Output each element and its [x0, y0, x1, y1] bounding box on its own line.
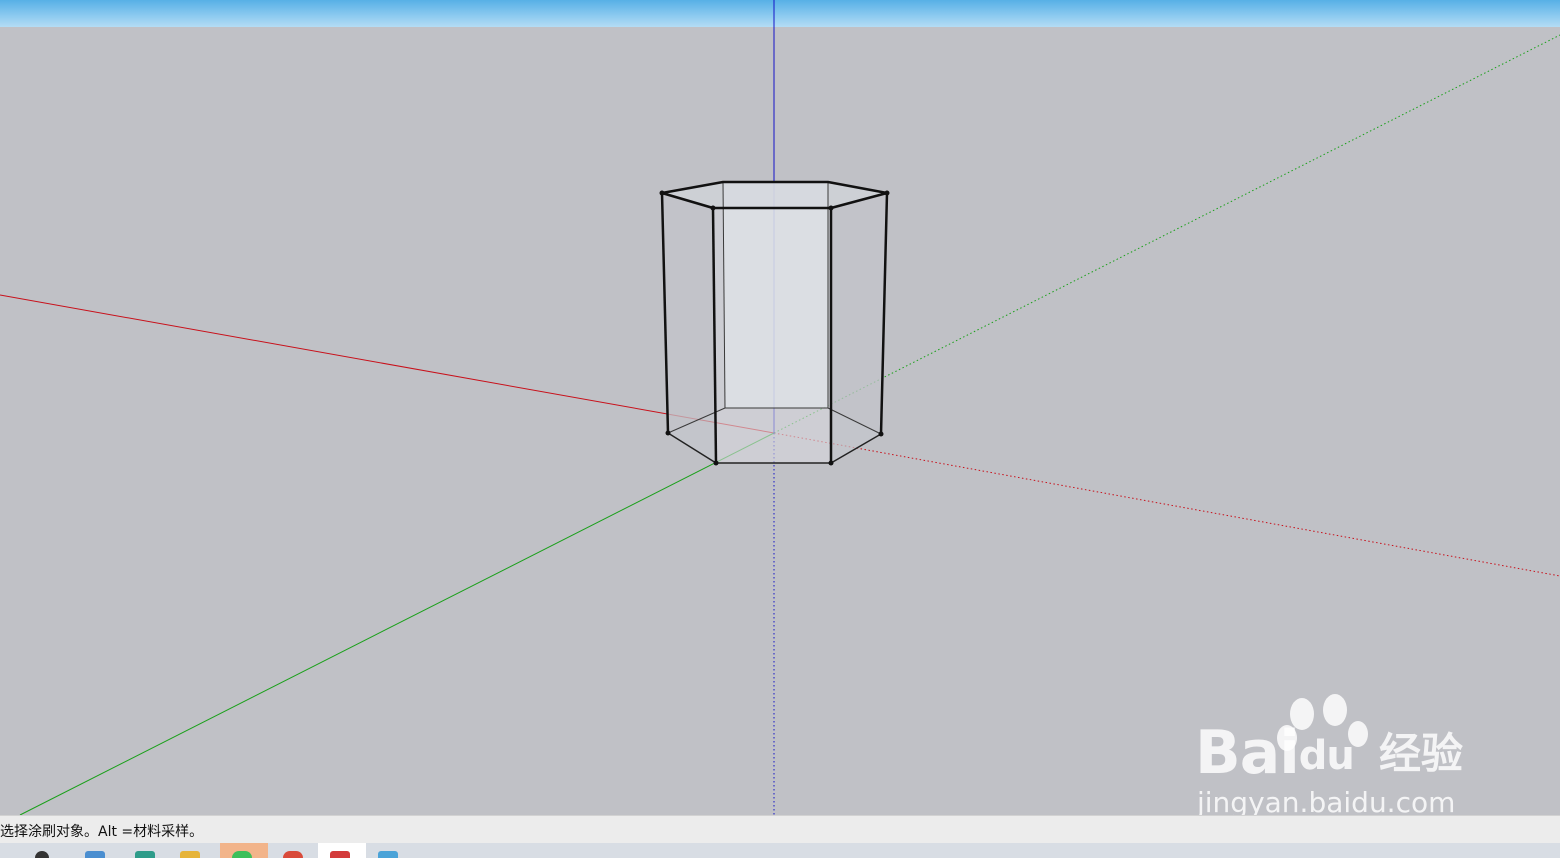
vertex: [828, 205, 834, 211]
status-bar: 选择涂刷对象。Alt =材料采样。: [0, 815, 1560, 843]
front-right-face: [831, 193, 887, 463]
green-axis-positive: [19, 432, 775, 816]
watermark-brand-du: du: [1298, 733, 1355, 779]
vertex: [884, 190, 890, 196]
sketchup-window: Baidu 经验 jingyan.baidu.com 选择涂刷对象。Alt =材…: [0, 0, 1560, 858]
baidu-jingyan-watermark: Baidu 经验 jingyan.baidu.com: [1195, 690, 1495, 820]
taskbar-app-icon[interactable]: [275, 843, 315, 858]
watermark-brand-cn: 经验: [1379, 729, 1464, 778]
taskbar-app-icon-active[interactable]: [220, 843, 268, 858]
front-face: [713, 208, 831, 463]
red-axis-positive: [0, 294, 775, 434]
watermark-brand: Baidu: [1195, 718, 1355, 788]
vertex: [665, 430, 671, 436]
red-axis-negative: [773, 432, 1560, 577]
vertex: [710, 205, 716, 211]
vertex: [878, 431, 884, 437]
taskbar-app-icon-active[interactable]: [318, 843, 366, 858]
taskbar-app-icon[interactable]: [370, 843, 410, 858]
hexagonal-prism[interactable]: [659, 180, 890, 466]
taskbar-app-icon[interactable]: [130, 843, 160, 858]
front-left-face: [662, 193, 716, 463]
vertex: [713, 460, 719, 466]
vertex: [659, 190, 665, 196]
taskbar: [0, 843, 1560, 858]
taskbar-app-icon[interactable]: [30, 843, 60, 858]
vertex: [828, 460, 834, 466]
green-axis-negative: [773, 34, 1560, 434]
taskbar-app-icon[interactable]: [175, 843, 205, 858]
status-message: 选择涂刷对象。Alt =材料采样。: [0, 824, 204, 840]
taskbar-app-icon[interactable]: [80, 843, 110, 858]
